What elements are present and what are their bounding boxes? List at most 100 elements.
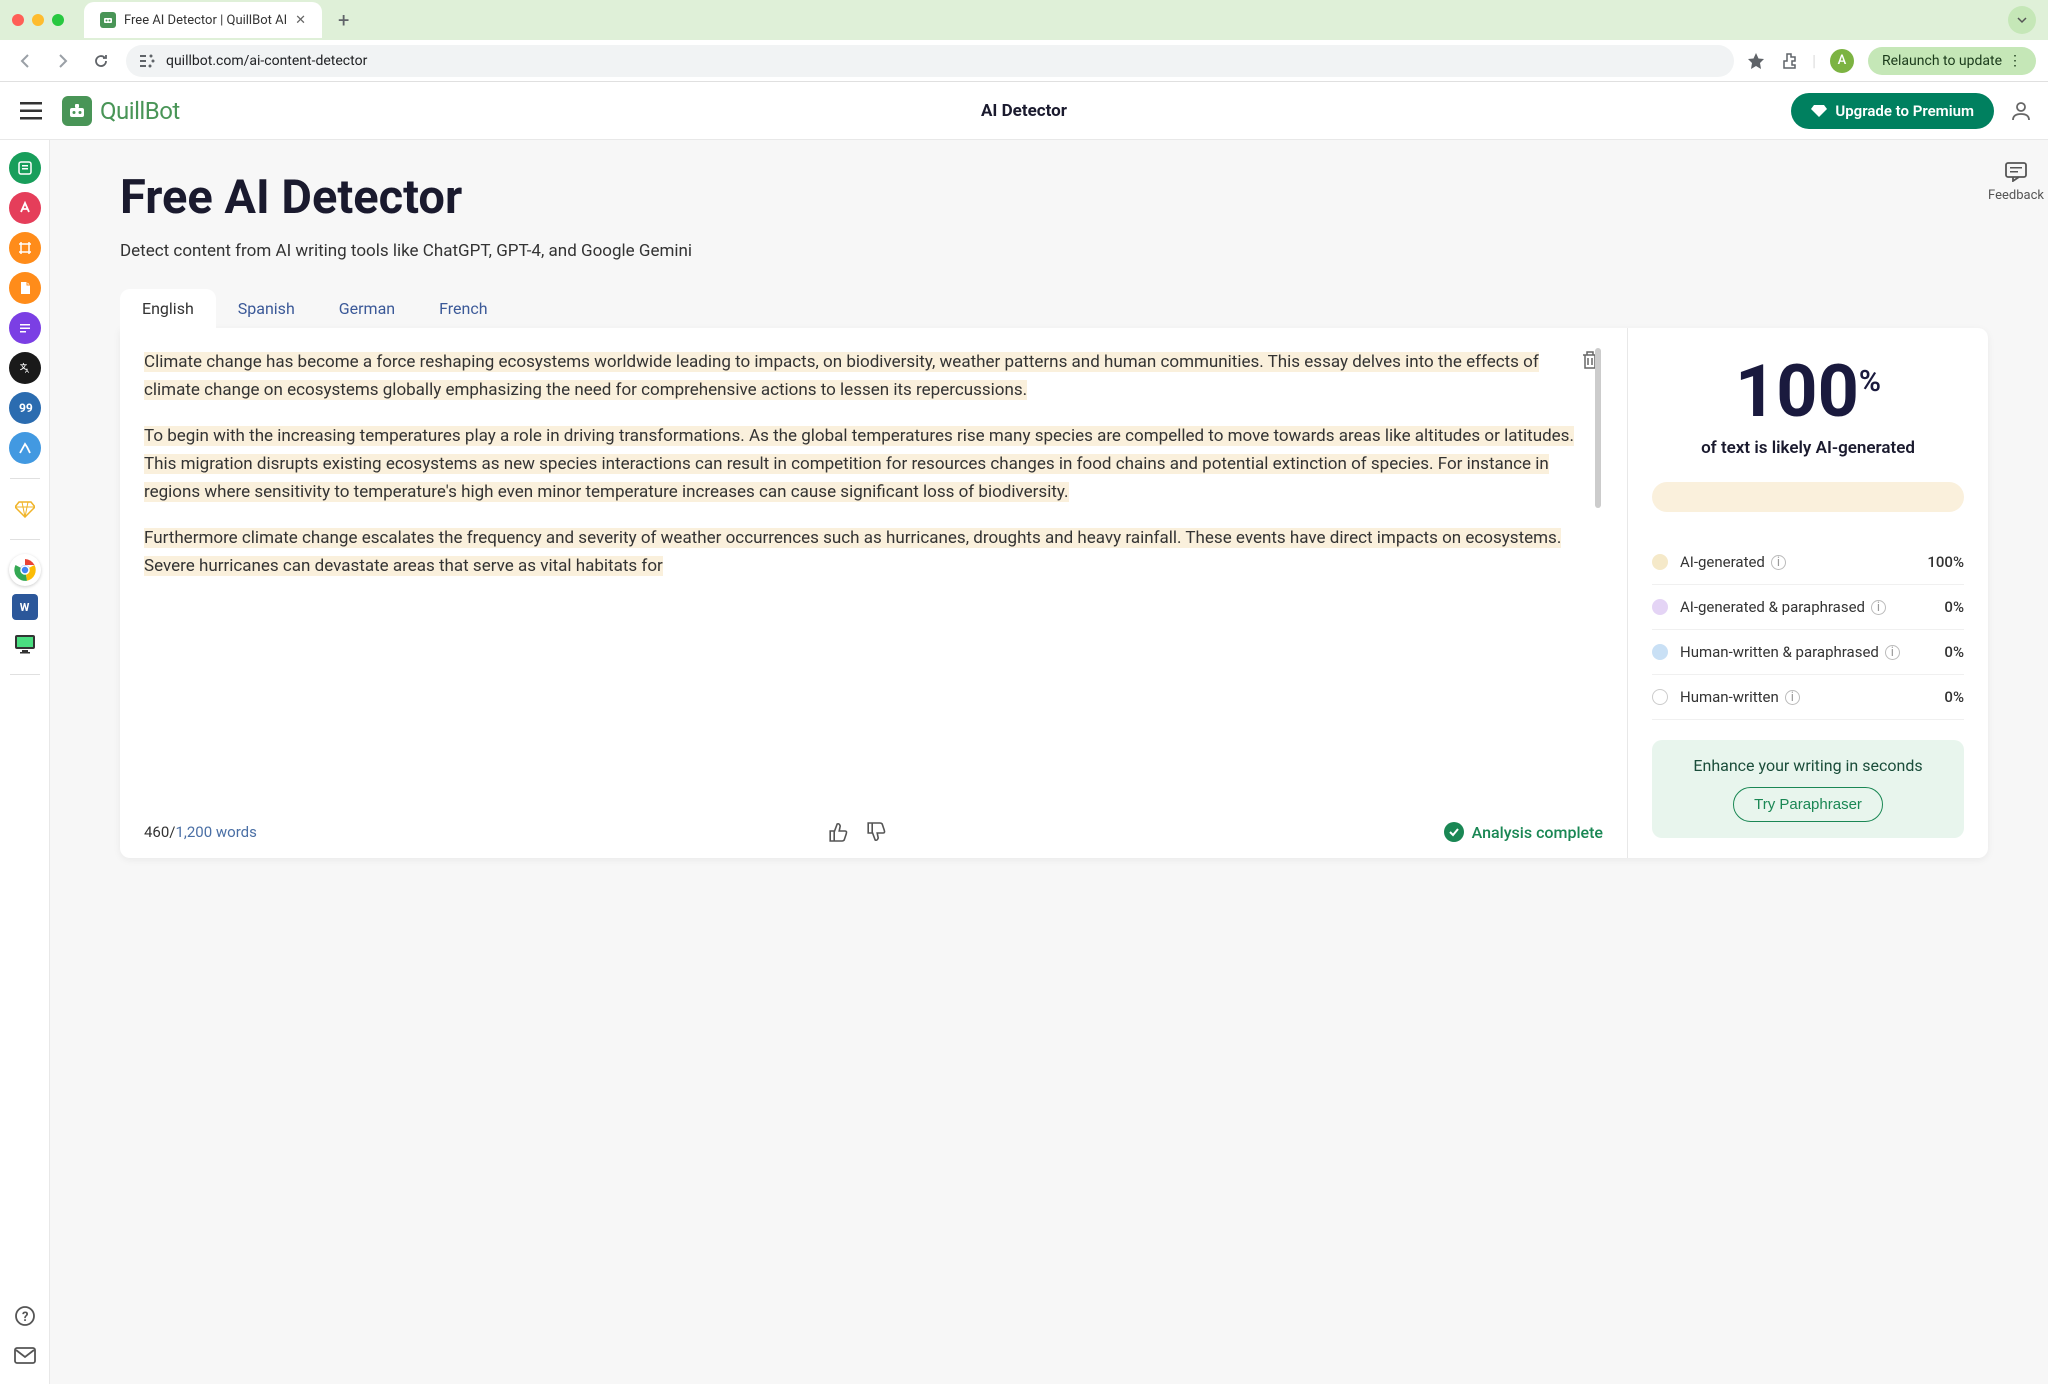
legend-dot-icon xyxy=(1652,599,1668,615)
sidebar-tool-translator[interactable]: 文A xyxy=(9,352,41,384)
ai-score: 100% xyxy=(1652,356,1964,428)
site-settings-icon[interactable] xyxy=(140,54,156,68)
sidebar-tool-paraphraser[interactable] xyxy=(9,152,41,184)
legend-ai-paraphrased: AI-generated & paraphrased i 0% xyxy=(1652,585,1964,630)
extensions-icon[interactable] xyxy=(1780,52,1798,70)
tab-english[interactable]: English xyxy=(120,289,216,328)
feedback-thumbs xyxy=(827,821,887,843)
right-sidebar: Feedback xyxy=(1984,140,2048,203)
tab-title: Free AI Detector | QuillBot AI xyxy=(124,13,287,28)
analysis-status: Analysis complete xyxy=(1444,822,1603,842)
legend-dot-icon xyxy=(1652,689,1668,705)
app-header: QuillBot AI Detector Upgrade to Premium xyxy=(0,82,2048,140)
sidebar-tool-flow[interactable] xyxy=(9,432,41,464)
editor-content: Climate change has become a force reshap… xyxy=(144,348,1577,580)
forward-button[interactable] xyxy=(50,48,76,74)
sidebar-divider xyxy=(10,478,40,479)
browser-toolbar: | A Relaunch to update ⋮ xyxy=(1746,47,2036,75)
sidebar-tool-plagiarism[interactable] xyxy=(9,272,41,304)
user-account-button[interactable] xyxy=(2010,100,2032,122)
tab-overflow-button[interactable] xyxy=(2008,6,2036,34)
more-icon: ⋮ xyxy=(2008,53,2022,69)
logo-icon xyxy=(62,96,92,126)
browser-tab-bar: Free AI Detector | QuillBot AI ✕ + xyxy=(0,0,2048,40)
left-sidebar: 文A 99 W ? xyxy=(0,140,50,1384)
scrollbar-thumb[interactable] xyxy=(1595,348,1601,508)
minimize-window-button[interactable] xyxy=(32,14,44,26)
sidebar-divider xyxy=(10,674,40,675)
svg-text:A: A xyxy=(25,368,29,375)
window-controls xyxy=(12,14,64,26)
highlighted-text: To begin with the increasing temperature… xyxy=(144,426,1574,502)
maximize-window-button[interactable] xyxy=(52,14,64,26)
tab-french[interactable]: French xyxy=(417,289,509,328)
sidebar-desktop-app[interactable] xyxy=(9,628,41,660)
legend-human-written: Human-written i 0% xyxy=(1652,675,1964,720)
sidebar-word-addin[interactable]: W xyxy=(12,594,38,620)
info-icon[interactable]: i xyxy=(1771,555,1786,570)
editor-panel: Climate change has become a force reshap… xyxy=(120,328,1628,858)
sidebar-divider xyxy=(10,539,40,540)
browser-chrome: Free AI Detector | QuillBot AI ✕ + quill… xyxy=(0,0,2048,82)
relaunch-button[interactable]: Relaunch to update ⋮ xyxy=(1868,47,2036,75)
info-icon[interactable]: i xyxy=(1871,600,1886,615)
highlighted-text: Climate change has become a force reshap… xyxy=(144,352,1539,400)
feedback-label: Feedback xyxy=(1988,188,2044,203)
diamond-icon xyxy=(1811,104,1827,118)
page-subtitle: Detect content from AI writing tools lik… xyxy=(120,241,1988,261)
upgrade-premium-button[interactable]: Upgrade to Premium xyxy=(1791,93,1994,129)
page-title: Free AI Detector xyxy=(120,170,1988,225)
enhance-promo: Enhance your writing in seconds Try Para… xyxy=(1652,740,1964,838)
content-area: Free AI Detector Detect content from AI … xyxy=(50,140,2048,1384)
back-button[interactable] xyxy=(12,48,38,74)
sidebar-tool-citation[interactable]: 99 xyxy=(9,392,41,424)
try-paraphraser-button[interactable]: Try Paraphraser xyxy=(1733,787,1883,822)
enhance-text: Enhance your writing in seconds xyxy=(1668,756,1948,775)
sidebar-premium-icon[interactable] xyxy=(9,493,41,525)
browser-tab[interactable]: Free AI Detector | QuillBot AI ✕ xyxy=(84,2,322,38)
reload-button[interactable] xyxy=(88,48,114,74)
check-icon xyxy=(1444,822,1464,842)
editor-textarea[interactable]: Climate change has become a force reshap… xyxy=(144,348,1603,797)
editor-footer: 460/1,200 words Analy xyxy=(144,807,1603,842)
info-icon[interactable]: i xyxy=(1885,645,1900,660)
svg-text:99: 99 xyxy=(19,401,33,415)
main-panels: Climate change has become a force reshap… xyxy=(120,328,1988,858)
app-body: 文A 99 W ? Free AI Detector Detect conten… xyxy=(0,140,2048,1384)
tab-favicon-icon xyxy=(100,12,116,28)
logo[interactable]: QuillBot xyxy=(62,96,180,126)
menu-button[interactable] xyxy=(20,102,42,120)
logo-text: QuillBot xyxy=(100,97,180,125)
close-tab-button[interactable]: ✕ xyxy=(295,13,306,28)
thumbs-up-button[interactable] xyxy=(827,821,849,843)
profile-avatar[interactable]: A xyxy=(1830,49,1854,73)
word-count: 460/1,200 words xyxy=(144,823,257,841)
legend-human-paraphrased: Human-written & paraphrased i 0% xyxy=(1652,630,1964,675)
highlighted-text: Furthermore climate change escalates the… xyxy=(144,528,1561,576)
sidebar-help-button[interactable]: ? xyxy=(9,1300,41,1332)
thumbs-down-button[interactable] xyxy=(865,821,887,843)
sidebar-tool-grammar[interactable] xyxy=(9,192,41,224)
sidebar-chrome-extension[interactable] xyxy=(9,554,41,586)
bookmark-star-icon[interactable] xyxy=(1746,51,1766,71)
sidebar-tool-summarizer[interactable] xyxy=(9,312,41,344)
result-panel: 100% of text is likely AI-generated AI-g… xyxy=(1628,328,1988,858)
new-tab-button[interactable]: + xyxy=(330,8,357,32)
legend-dot-icon xyxy=(1652,554,1668,570)
address-bar-row: quillbot.com/ai-content-detector | A Rel… xyxy=(0,40,2048,82)
score-description: of text is likely AI-generated xyxy=(1652,438,1964,458)
legend-ai-generated: AI-generated i 100% xyxy=(1652,540,1964,585)
sidebar-tool-ai-detector[interactable] xyxy=(9,232,41,264)
close-window-button[interactable] xyxy=(12,14,24,26)
address-bar[interactable]: quillbot.com/ai-content-detector xyxy=(126,45,1734,77)
legend-dot-icon xyxy=(1652,644,1668,660)
info-icon[interactable]: i xyxy=(1785,690,1800,705)
svg-text:?: ? xyxy=(22,1310,28,1325)
url-text: quillbot.com/ai-content-detector xyxy=(166,53,367,69)
language-tabs: English Spanish German French xyxy=(120,289,1988,328)
tab-german[interactable]: German xyxy=(317,289,417,328)
feedback-button[interactable] xyxy=(2005,162,2027,182)
score-bar xyxy=(1652,482,1964,512)
sidebar-contact-button[interactable] xyxy=(9,1340,41,1372)
tab-spanish[interactable]: Spanish xyxy=(216,289,317,328)
